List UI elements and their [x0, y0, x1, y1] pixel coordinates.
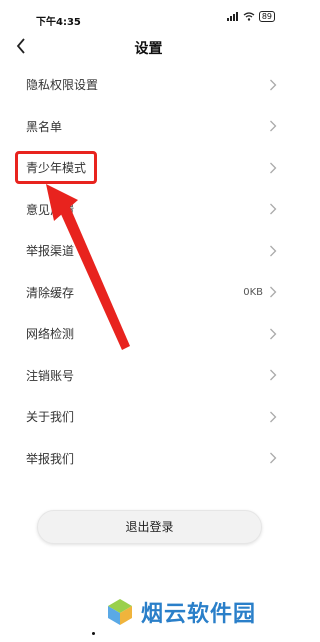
settings-item-label: 黑名单: [26, 119, 63, 134]
settings-list: 隐私权限设置 黑名单 青少年模式 意见反馈 举报渠道 清除缓存 0KB 网络检测…: [0, 64, 297, 479]
chevron-right-icon: [270, 120, 277, 132]
settings-item-label: 清除缓存: [26, 285, 75, 300]
settings-item-cancel-account[interactable]: 注销账号: [0, 355, 297, 397]
page-title: 设置: [134, 41, 163, 57]
chevron-right-icon: [270, 286, 277, 298]
chevron-right-icon: [270, 452, 277, 464]
status-icons: 89: [226, 11, 275, 22]
chevron-right-icon: [270, 245, 277, 257]
chevron-right-icon: [270, 411, 277, 423]
settings-item-label: 举报我们: [26, 451, 75, 466]
settings-item-label: 关于我们: [26, 410, 75, 425]
signal-icon: [226, 12, 238, 21]
nav-bar: 设置: [0, 34, 297, 60]
settings-item-blacklist[interactable]: 黑名单: [0, 106, 297, 148]
settings-item-label: 隐私权限设置: [26, 78, 99, 93]
watermark-text: 烟云软件园: [141, 602, 257, 627]
home-indicator-dot: [92, 632, 95, 635]
settings-item-report-us[interactable]: 举报我们: [0, 438, 297, 480]
cache-size-value: 0KB: [243, 286, 263, 298]
settings-item-label: 网络检测: [26, 327, 75, 342]
battery-icon: 89: [258, 11, 275, 22]
chevron-right-icon: [270, 203, 277, 215]
chevron-right-icon: [270, 328, 277, 340]
settings-item-report-channel[interactable]: 举报渠道: [0, 230, 297, 272]
watermark-logo-icon: [108, 599, 132, 625]
annotation-highlight-box: [15, 151, 97, 184]
settings-item-label: 意见反馈: [26, 202, 75, 217]
settings-item-label: 举报渠道: [26, 244, 75, 259]
chevron-right-icon: [270, 162, 277, 174]
status-time: 下午4:35: [36, 17, 81, 28]
status-bar: 下午4:35 89: [0, 0, 297, 34]
wifi-icon: [243, 12, 255, 21]
settings-item-network-check[interactable]: 网络检测: [0, 313, 297, 355]
chevron-right-icon: [270, 79, 277, 91]
watermark: 烟云软件园: [105, 596, 256, 628]
settings-item-clear-cache[interactable]: 清除缓存 0KB: [0, 272, 297, 314]
settings-item-about-us[interactable]: 关于我们: [0, 396, 297, 438]
settings-item-privacy[interactable]: 隐私权限设置: [0, 64, 297, 106]
chevron-right-icon: [270, 369, 277, 381]
settings-item-feedback[interactable]: 意见反馈: [0, 189, 297, 231]
logout-button[interactable]: 退出登录: [37, 510, 262, 544]
settings-item-label: 注销账号: [26, 368, 75, 383]
